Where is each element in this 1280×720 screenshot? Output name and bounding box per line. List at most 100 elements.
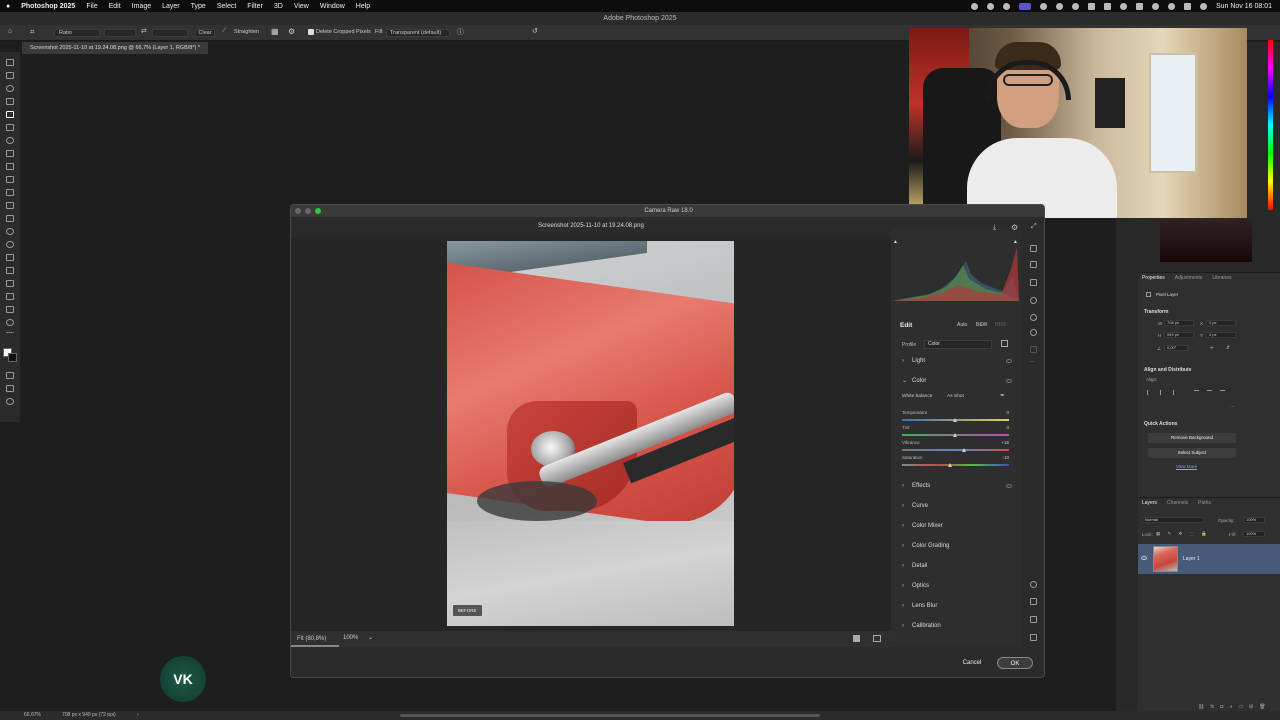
tab-adjustments[interactable]: Adjustments: [1175, 273, 1203, 284]
dodge-tool-icon[interactable]: [6, 241, 14, 248]
straighten-label[interactable]: Straighten: [234, 29, 259, 35]
type-tool-icon[interactable]: [6, 267, 14, 274]
section-optics[interactable]: › Optics: [900, 580, 1012, 592]
hue-strip[interactable]: [1268, 40, 1273, 210]
hand-tool-icon[interactable]: [6, 306, 14, 313]
temperature-slider-thumb[interactable]: [953, 418, 957, 422]
menu-edit[interactable]: Edit: [109, 3, 121, 10]
brush-tool-icon[interactable]: [6, 163, 14, 170]
pen-tool-icon[interactable]: [6, 254, 14, 261]
eraser-tool-icon[interactable]: [6, 202, 14, 209]
background-color-swatch[interactable]: [8, 353, 17, 362]
eye-icon[interactable]: [1006, 359, 1012, 363]
color-picker[interactable]: [1160, 220, 1252, 262]
zoom-dropdown-chevron-icon[interactable]: ⌄: [368, 634, 373, 641]
menu-help[interactable]: Help: [356, 3, 370, 10]
status-icon[interactable]: [970, 2, 978, 10]
zoom-level[interactable]: 66,67%: [24, 711, 41, 720]
flip-vertical-icon[interactable]: ⇵: [1226, 345, 1230, 351]
width-field[interactable]: [104, 29, 136, 37]
move-tool-icon[interactable]: [6, 59, 14, 66]
ratio-dropdown[interactable]: Ratio: [54, 29, 100, 37]
menu-type[interactable]: Type: [191, 3, 206, 10]
tab-libraries[interactable]: Libraries: [1212, 273, 1231, 284]
remove-tool-icon[interactable]: [1030, 279, 1037, 286]
screen-record-icon[interactable]: [1018, 2, 1031, 10]
tab-properties[interactable]: Properties: [1142, 273, 1165, 284]
bluetooth-icon[interactable]: [1119, 2, 1127, 10]
align-left-icon[interactable]: [1147, 390, 1152, 395]
vibrance-slider[interactable]: [902, 449, 1009, 451]
zoom-fit-button[interactable]: Fit (80,8%): [291, 631, 339, 647]
tab-channels[interactable]: Channels: [1167, 498, 1188, 509]
reset-icon[interactable]: ↺: [532, 27, 538, 35]
temperature-value[interactable]: 0: [989, 410, 1009, 416]
preview-photo[interactable]: BEFORE: [447, 241, 734, 626]
zoom-window-button[interactable]: [315, 208, 321, 214]
shadow-clip-icon[interactable]: ▲: [893, 239, 898, 245]
white-balance-dropdown[interactable]: As Shot: [944, 392, 994, 401]
gear-icon[interactable]: ⚙: [288, 27, 295, 36]
hdr-button[interactable]: HDR: [995, 322, 1006, 328]
ok-button[interactable]: OK: [997, 657, 1033, 669]
quick-mask-icon[interactable]: [6, 372, 14, 379]
crop-icon[interactable]: [1030, 261, 1037, 268]
x-field[interactable]: 0 px: [1206, 320, 1236, 326]
opacity-field[interactable]: 100%: [1243, 517, 1265, 523]
height-field[interactable]: 949 px: [1164, 332, 1194, 338]
path-select-tool-icon[interactable]: [6, 280, 14, 287]
menu-3d[interactable]: 3D: [274, 3, 283, 10]
section-lens-blur[interactable]: › Lens Blur: [900, 600, 1012, 612]
crop-tool-icon[interactable]: [6, 111, 14, 118]
zoom-100-button[interactable]: 100%: [343, 635, 358, 641]
edit-sliders-icon[interactable]: [1030, 245, 1037, 252]
saturation-slider-thumb[interactable]: [947, 463, 952, 467]
hand-icon[interactable]: [1030, 598, 1037, 605]
snapshots-icon[interactable]: [1030, 346, 1037, 353]
document-info[interactable]: 708 px x 949 px (72 ppi): [62, 711, 116, 720]
eye-icon[interactable]: [1006, 484, 1012, 488]
search-icon[interactable]: [1167, 2, 1175, 10]
battery-icon[interactable]: [1103, 2, 1111, 10]
compare-single-icon[interactable]: [853, 635, 860, 642]
menu-filter[interactable]: Filter: [247, 3, 263, 10]
cancel-button[interactable]: Cancel: [955, 657, 989, 669]
zoom-tool-icon[interactable]: [6, 319, 14, 326]
align-middle-icon[interactable]: [1207, 390, 1212, 395]
control-center-icon[interactable]: [1183, 2, 1191, 10]
select-subject-button[interactable]: Select Subject: [1148, 448, 1236, 458]
status-icon[interactable]: [986, 2, 994, 10]
layer-row[interactable]: Layer 1: [1138, 544, 1280, 574]
profile-browser-icon[interactable]: [1001, 340, 1008, 347]
section-curve[interactable]: › Curve: [900, 500, 1012, 512]
swap-icon[interactable]: ⇄: [141, 27, 147, 35]
view-more-link[interactable]: View More: [1176, 464, 1197, 469]
tab-layers[interactable]: Layers: [1142, 498, 1157, 509]
fullscreen-icon[interactable]: ⤢: [1031, 223, 1037, 231]
compare-split-icon[interactable]: [873, 635, 881, 642]
zoom-icon[interactable]: [1030, 581, 1037, 588]
section-color[interactable]: ⌄ Color: [900, 375, 1012, 387]
flip-horizontal-icon[interactable]: ⇹: [1210, 345, 1214, 351]
minimize-window-button[interactable]: [305, 208, 311, 214]
status-icon[interactable]: [1039, 2, 1047, 10]
remove-background-button[interactable]: Remove Background: [1148, 433, 1236, 443]
transform-heading[interactable]: Transform: [1144, 309, 1168, 315]
eyedropper-tool-icon[interactable]: [6, 137, 14, 144]
frame-tool-icon[interactable]: [6, 124, 14, 131]
blend-mode-dropdown[interactable]: Normal: [1142, 517, 1204, 523]
document-tab[interactable]: Screenshot 2025-11-10 at 19.24.08.png @ …: [22, 42, 208, 54]
crop-tool-icon[interactable]: ⌗: [30, 27, 35, 37]
generative-icon[interactable]: [6, 398, 14, 405]
bw-button[interactable]: B&W: [976, 322, 987, 328]
menu-view[interactable]: View: [294, 3, 309, 10]
saturation-slider[interactable]: [902, 464, 1009, 466]
section-effects[interactable]: › Effects: [900, 480, 1012, 492]
preview-canvas[interactable]: BEFORE: [291, 237, 891, 631]
lasso-tool-icon[interactable]: [6, 85, 14, 92]
grid-icon[interactable]: [1030, 634, 1037, 641]
blur-tool-icon[interactable]: [6, 228, 14, 235]
menu-image[interactable]: Image: [132, 3, 151, 10]
height-field[interactable]: [152, 29, 188, 37]
gear-icon[interactable]: ⚙: [1011, 223, 1018, 232]
